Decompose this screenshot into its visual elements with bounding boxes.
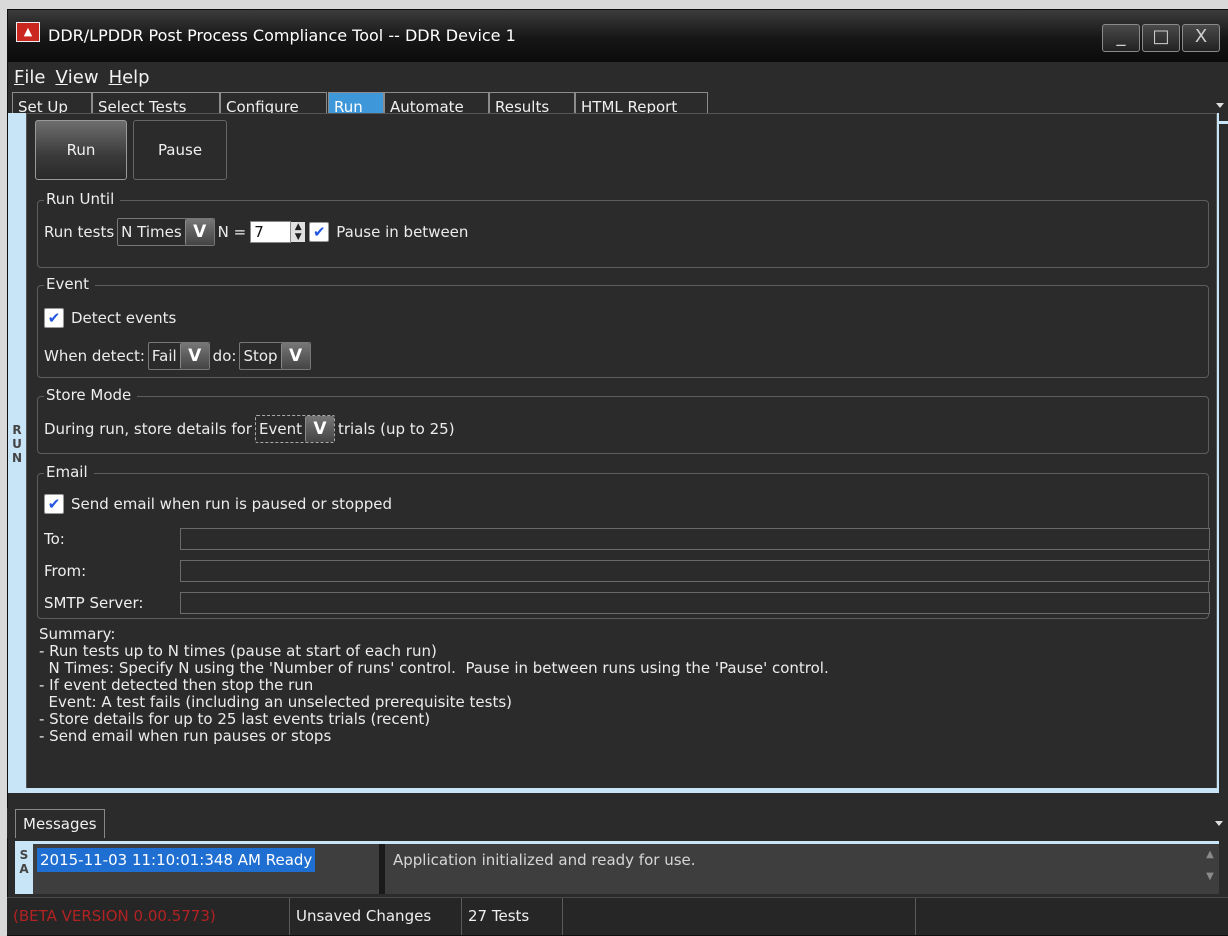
store-mode-prefix: During run, store details for xyxy=(44,420,252,438)
panel-bottom-border xyxy=(8,788,1219,793)
run-side-label: RUN xyxy=(11,423,23,465)
close-button[interactable]: X xyxy=(1182,24,1220,52)
window-title: DDR/LPDDR Post Process Compliance Tool -… xyxy=(48,26,516,45)
unsaved-changes-status: Unsaved Changes xyxy=(290,898,462,935)
email-legend: Email xyxy=(44,463,94,481)
minimize-button[interactable]: _ xyxy=(1102,24,1140,52)
do-label: do: xyxy=(212,347,237,365)
n-label: N = xyxy=(217,223,247,241)
when-detect-label: When detect: xyxy=(44,347,145,365)
summary-line: - Store details for up to 25 last events… xyxy=(39,710,431,728)
status-empty-segment xyxy=(563,898,916,935)
send-email-checkbox[interactable]: ✔ xyxy=(44,494,64,514)
title-bar[interactable]: ▲ DDR/LPDDR Post Process Compliance Tool… xyxy=(8,10,1228,62)
event-legend: Event xyxy=(44,275,95,293)
run-panel: Run Pause Run Until Run tests N Times V … xyxy=(26,113,1217,790)
smtp-server-input[interactable] xyxy=(180,592,1210,614)
summary-line: - Run tests up to N times (pause at star… xyxy=(39,642,437,660)
run-mode-dropdown[interactable]: N Times V xyxy=(117,218,215,246)
version-status: (BETA VERSION 0.00.5773) xyxy=(7,898,290,935)
smtp-server-label: SMTP Server: xyxy=(44,594,144,612)
status-bar: (BETA VERSION 0.00.5773) Unsaved Changes… xyxy=(7,897,1228,935)
detect-events-checkbox[interactable]: ✔ xyxy=(44,308,64,328)
menu-help-rest: elp xyxy=(122,67,150,88)
detect-events-label: Detect events xyxy=(71,309,177,327)
messages-tab-bar: Messages xyxy=(7,808,1228,838)
n-value[interactable]: 7 xyxy=(250,221,292,243)
messages-side-label: SA xyxy=(15,844,33,894)
run-until-legend: Run Until xyxy=(44,190,121,208)
message-column-divider[interactable] xyxy=(379,844,385,894)
store-mode-legend: Store Mode xyxy=(44,386,138,404)
spinner-arrows-icon[interactable]: ▲ ▼ xyxy=(291,222,306,242)
chevron-down-icon[interactable]: V xyxy=(179,343,209,369)
pause-between-label: Pause in between xyxy=(336,223,469,241)
store-mode-dropdown[interactable]: Event V xyxy=(254,415,335,443)
tab-overflow-arrow-icon[interactable] xyxy=(1216,103,1224,108)
store-mode-suffix: trials (up to 25) xyxy=(337,420,455,438)
when-detect-dropdown[interactable]: Fail V xyxy=(147,342,210,370)
store-mode-value: Event xyxy=(258,420,302,438)
run-button[interactable]: Run xyxy=(35,120,127,180)
do-action-dropdown[interactable]: Stop V xyxy=(239,342,311,370)
n-spinner[interactable]: 7 ▲ ▼ xyxy=(250,220,306,244)
email-to-input[interactable] xyxy=(180,528,1210,550)
menu-view-rest: iew xyxy=(67,67,99,88)
menu-bar: File View Help xyxy=(8,62,1228,92)
menu-help[interactable]: Help xyxy=(109,67,150,88)
store-mode-group: Store Mode During run, store details for… xyxy=(37,386,1209,454)
event-group: Event ✔ Detect events When detect: Fail … xyxy=(37,275,1209,378)
messages-scrollbar[interactable]: ▲ ▼ xyxy=(1201,844,1219,894)
run-side-strip: RUN xyxy=(8,113,26,793)
do-action-value: Stop xyxy=(243,347,278,365)
from-label: From: xyxy=(44,562,87,580)
summary-line: Summary: xyxy=(39,625,116,643)
summary-line: - Send email when run pauses or stops xyxy=(39,727,332,745)
run-mode-value: N Times xyxy=(121,223,182,241)
pause-button[interactable]: Pause xyxy=(133,120,227,180)
run-until-group: Run Until Run tests N Times V N = 7 ▲ ▼ ✔… xyxy=(37,190,1209,268)
test-count-status: 27 Tests xyxy=(462,898,563,935)
email-group: Email ✔ Send email when run is paused or… xyxy=(37,463,1210,619)
chevron-down-icon[interactable]: V xyxy=(280,343,310,369)
menu-view[interactable]: View xyxy=(55,67,98,88)
run-tests-label: Run tests xyxy=(44,223,115,241)
run-summary: Summary: - Run tests up to N times (pause… xyxy=(39,626,829,745)
message-timestamp[interactable]: 2015-11-03 11:10:01:348 AM Ready xyxy=(37,848,316,872)
compliance-app-icon[interactable]: ▲ xyxy=(16,22,40,42)
menu-file[interactable]: File xyxy=(14,67,45,88)
send-email-label: Send email when run is paused or stopped xyxy=(71,495,392,513)
maximize-button[interactable]: □ xyxy=(1142,24,1180,52)
messages-overflow-arrow-icon[interactable] xyxy=(1215,821,1223,826)
pause-between-checkbox[interactable]: ✔ xyxy=(309,222,330,242)
when-detect-value: Fail xyxy=(151,347,177,365)
tab-messages[interactable]: Messages xyxy=(15,809,105,838)
summary-line: N Times: Specify N using the 'Number of … xyxy=(39,659,829,677)
chevron-down-icon[interactable]: V xyxy=(184,219,214,245)
message-text: Application initialized and ready for us… xyxy=(393,851,696,869)
summary-line: - If event detected then stop the run xyxy=(39,676,314,694)
chevron-down-icon[interactable]: V xyxy=(304,416,334,442)
summary-line: Event: A test fails (including an unsele… xyxy=(39,693,513,711)
messages-panel: SA 2015-11-03 11:10:01:348 AM Ready Appl… xyxy=(15,841,1219,894)
email-from-input[interactable] xyxy=(180,560,1210,582)
menu-file-rest: ile xyxy=(24,67,46,88)
to-label: To: xyxy=(44,530,65,548)
